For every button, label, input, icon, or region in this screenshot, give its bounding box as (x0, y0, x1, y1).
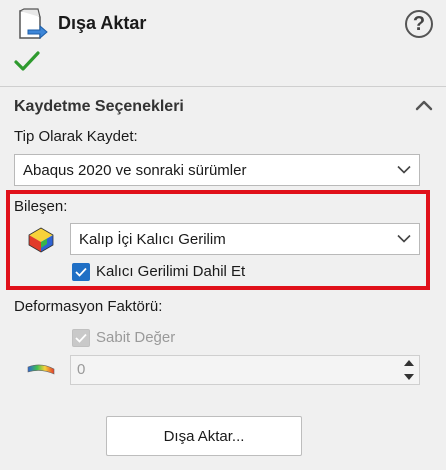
include-residual-stress-checkbox[interactable] (72, 263, 90, 281)
chevron-down-icon (397, 162, 411, 179)
spin-down-button[interactable] (401, 371, 417, 383)
save-as-type-label: Tip Olarak Kaydet: (14, 128, 138, 145)
deformation-scale-icon (26, 363, 56, 377)
section-title-save-options: Kaydetme Seçenekleri (14, 98, 184, 115)
fixed-value-label: Sabit Değer (96, 329, 176, 346)
save-as-type-dropdown[interactable]: Abaqus 2020 ve sonraki sürümler (14, 154, 420, 186)
save-as-type-value: Abaqus 2020 ve sonraki sürümler (23, 161, 247, 179)
include-residual-stress-label[interactable]: Kalıcı Gerilimi Dahil Et (96, 263, 245, 280)
arrow-up-icon (404, 360, 414, 366)
chevron-down-icon (397, 231, 411, 248)
export-button[interactable]: Dışa Aktar... (106, 416, 302, 456)
stress-part-icon (26, 224, 56, 254)
component-label: Bileşen: (14, 198, 68, 215)
checkmark-icon (75, 333, 87, 343)
arrow-down-icon (404, 374, 414, 380)
deformation-value: 0 (77, 361, 86, 378)
component-value: Kalıp İçi Kalıcı Gerilim (79, 230, 226, 248)
chevron-up-icon[interactable] (414, 98, 434, 112)
spin-up-button[interactable] (401, 357, 417, 369)
export-document-icon (14, 8, 48, 42)
deformation-value-spinbox[interactable]: 0 (70, 355, 420, 385)
component-dropdown[interactable]: Kalıp İçi Kalıcı Gerilim (70, 223, 420, 255)
deformation-factor-label: Deformasyon Faktörü: (14, 298, 163, 315)
checkmark-icon (75, 267, 87, 277)
checkmark-icon[interactable] (14, 50, 40, 72)
panel-title: Dışa Aktar (58, 13, 147, 33)
fixed-value-checkbox[interactable] (72, 329, 90, 347)
help-icon[interactable]: ? (405, 10, 433, 38)
header-divider (0, 86, 446, 87)
